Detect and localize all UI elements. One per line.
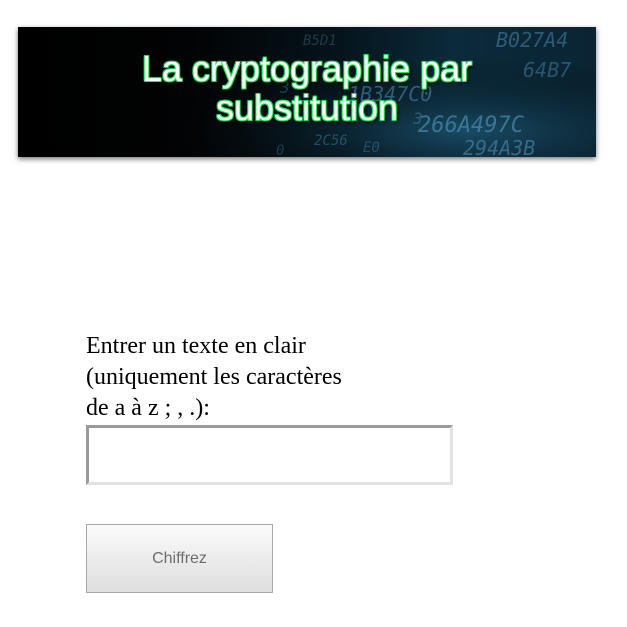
hex-glyph: B5D1 [303,33,337,49]
hex-glyph: 0 [276,143,284,157]
plaintext-prompt-label: Entrer un texte en clair (uniquement les… [86,331,396,424]
prompt-line: (uniquement les caractères [86,364,342,390]
page-title-line: substitution [215,87,399,128]
hex-glyph: E0 [363,140,380,156]
prompt-line: de a à z ; , .): [86,395,210,421]
hex-glyph: 2C56 [314,133,348,149]
hex-glyph: 294A3B [463,136,535,157]
header-banner: B5D1 B027A4 64B7 3 1B347C0 266A497C 3 29… [18,27,596,157]
encrypt-button[interactable]: Chiffrez [86,524,273,593]
prompt-line: Entrer un texte en clair [86,333,306,359]
page-title: La cryptographie par substitution [18,49,596,127]
page-title-line: La cryptographie par [141,48,473,89]
plaintext-input[interactable] [86,425,453,485]
